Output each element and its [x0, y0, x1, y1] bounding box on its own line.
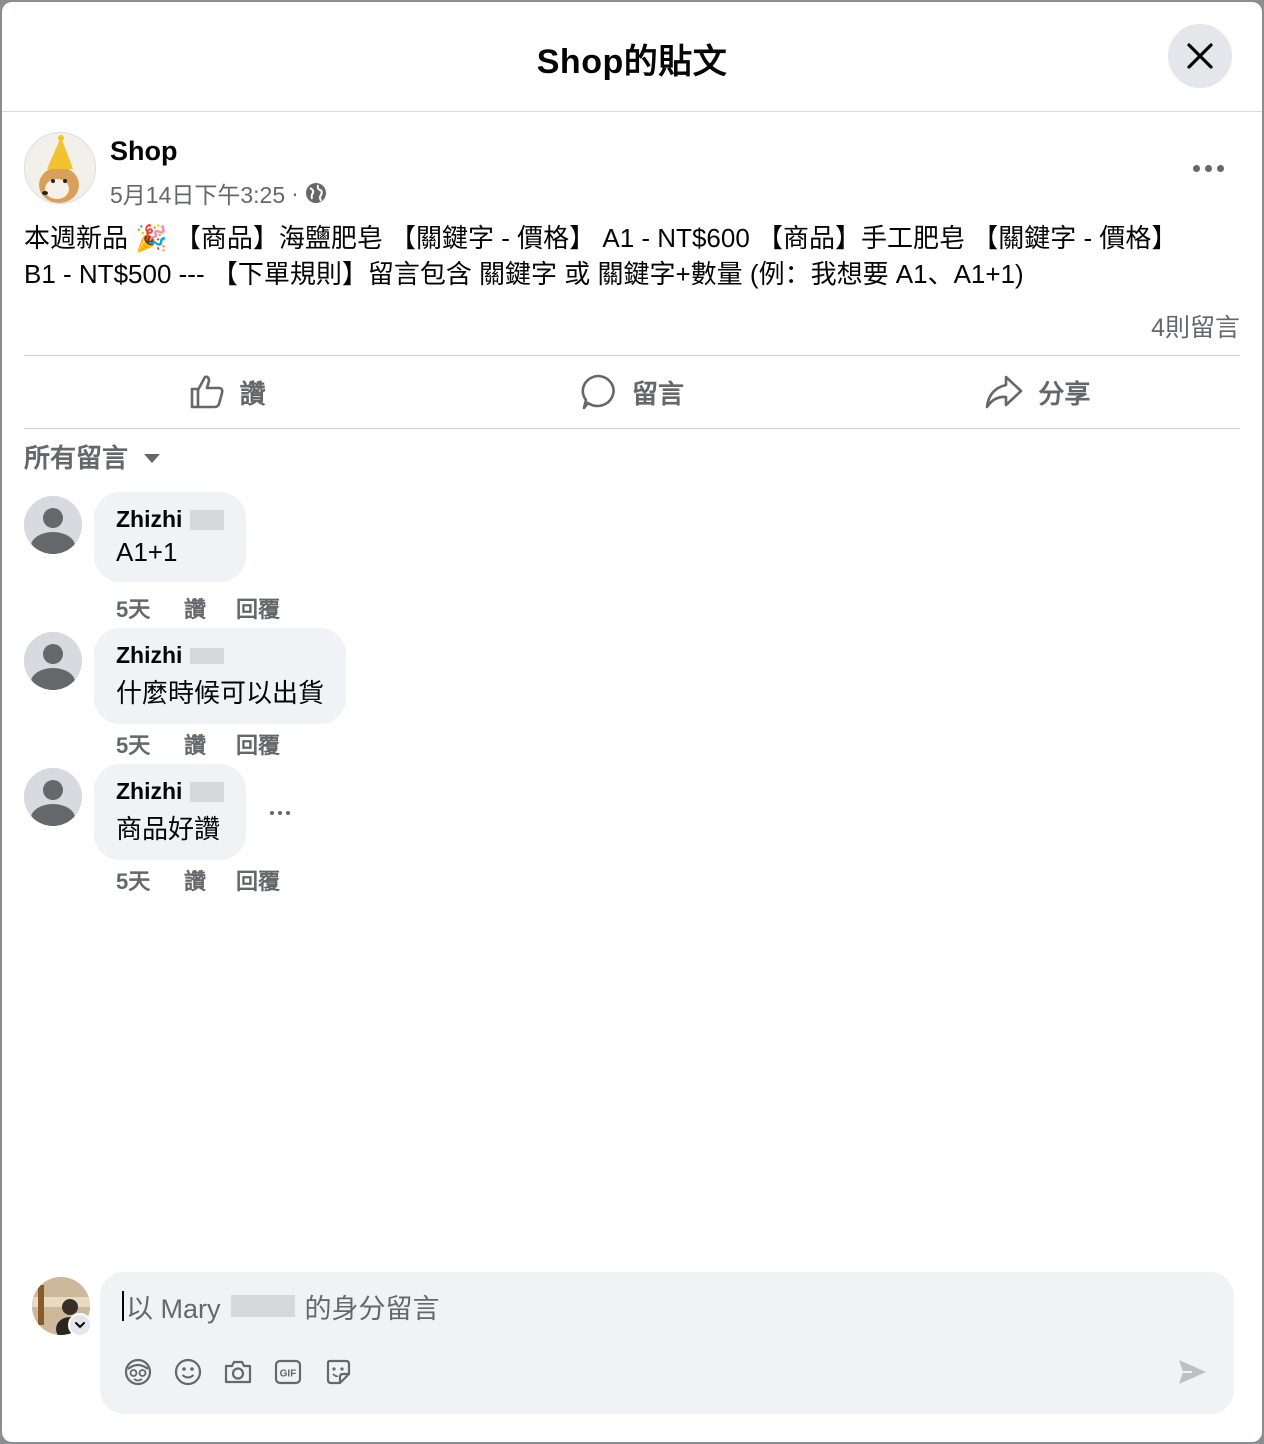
- gif-icon: GIF: [274, 1359, 302, 1385]
- emoji-button[interactable]: [172, 1356, 204, 1388]
- comment-author[interactable]: Zhizhi: [116, 506, 182, 533]
- camera-icon: [224, 1360, 252, 1384]
- comment-bubble: Zhizhi 什麼時候可以出貨: [94, 628, 347, 724]
- thumbs-up-icon: [190, 375, 224, 409]
- post-more-button[interactable]: [1182, 148, 1234, 188]
- more-options-icon: [270, 811, 290, 815]
- avatar[interactable]: [24, 768, 82, 826]
- comment-author[interactable]: Zhizhi: [116, 642, 182, 669]
- post-text: 本週新品 🎉 【商品】海鹽肥皂 【關鍵字 - 價格】 A1 - NT$600 【…: [24, 220, 1242, 292]
- comment-text: 商品好讚: [116, 814, 221, 844]
- redacted-name: [190, 509, 225, 530]
- comment-time[interactable]: 5天: [116, 728, 184, 760]
- comment-button[interactable]: 留言: [429, 356, 834, 428]
- post-dialog: Shop的貼文 Shop 5月14日下午3:25 · 本週新品 🎉 【商品】海鹽…: [2, 2, 1262, 1442]
- like-button[interactable]: 讚: [24, 356, 429, 428]
- comment-actions: 5天 讚 回覆: [116, 728, 280, 760]
- post-author-name[interactable]: Shop: [110, 136, 178, 167]
- dialog-header: Shop的貼文: [2, 2, 1262, 112]
- comment-author[interactable]: Zhizhi: [116, 778, 182, 805]
- comment-more-button[interactable]: [262, 798, 298, 828]
- comment-like-button[interactable]: 讚: [184, 728, 236, 760]
- share-label: 分享: [1038, 378, 1091, 409]
- meta-separator: ·: [291, 179, 299, 206]
- shop-avatar[interactable]: [24, 132, 96, 204]
- dialog-title: Shop的貼文: [536, 43, 728, 81]
- close-button[interactable]: [1168, 24, 1232, 88]
- comment-actions: 5天 讚 回覆: [116, 592, 280, 624]
- comment-reply-button[interactable]: 回覆: [236, 592, 280, 624]
- comment-input[interactable]: 以 Mary 的身分留言: [122, 1288, 1122, 1324]
- redacted-name: [190, 781, 225, 802]
- caret-down-icon: [144, 454, 161, 463]
- send-button[interactable]: [1172, 1354, 1212, 1390]
- avatar[interactable]: [24, 632, 82, 690]
- avatar-sticker-icon: [124, 1358, 152, 1386]
- share-button[interactable]: 分享: [835, 356, 1240, 428]
- comment-like-button[interactable]: 讚: [184, 592, 236, 624]
- comment-time[interactable]: 5天: [116, 864, 184, 896]
- share-icon: [986, 375, 1023, 409]
- divider: [24, 428, 1240, 429]
- camera-button[interactable]: [222, 1356, 254, 1388]
- comment-icon: [581, 374, 615, 410]
- redacted-name: [230, 1295, 295, 1317]
- chevron-down-icon: [75, 1322, 85, 1329]
- avatar[interactable]: [24, 496, 82, 554]
- comment-like-button[interactable]: 讚: [184, 864, 236, 896]
- post-meta: 5月14日下午3:25 ·: [110, 176, 327, 210]
- comment-text: 什麼時候可以出貨: [116, 678, 325, 708]
- svg-text:GIF: GIF: [280, 1369, 297, 1380]
- comment-reply-button[interactable]: 回覆: [236, 728, 280, 760]
- composer-placeholder-prefix: 以 Mary: [126, 1293, 221, 1324]
- sticker-icon: [326, 1359, 351, 1385]
- post-action-bar: 讚 留言 分享: [24, 356, 1240, 428]
- like-label: 讚: [239, 378, 266, 409]
- redacted-name: [190, 647, 225, 664]
- avatar-sticker-button[interactable]: [122, 1356, 154, 1388]
- post-text-line: B1 - NT$500 --- 【下單規則】留言包含 關鍵字 或 關鍵字+數量 …: [24, 259, 1024, 289]
- comment-actions: 5天 讚 回覆: [116, 864, 280, 896]
- comment-time[interactable]: 5天: [116, 592, 184, 624]
- send-icon: [1179, 1360, 1206, 1384]
- comment-label: 留言: [631, 378, 684, 409]
- comment-bubble: Zhizhi A1+1: [94, 492, 247, 582]
- comment-filter-dropdown[interactable]: 所有留言: [24, 438, 161, 475]
- text-cursor: [122, 1291, 124, 1321]
- gif-button[interactable]: GIF: [272, 1356, 304, 1388]
- comment-bubble: Zhizhi 商品好讚: [94, 764, 247, 860]
- composer-toolbar: GIF: [122, 1356, 354, 1388]
- identity-switch-button[interactable]: [68, 1313, 92, 1337]
- more-options-icon: [1192, 164, 1224, 172]
- close-icon: [1187, 43, 1213, 69]
- comment-filter-label: 所有留言: [24, 443, 129, 473]
- comment-count[interactable]: 4則留言: [1151, 308, 1240, 344]
- comment-composer: 以 Mary 的身分留言 GIF: [100, 1272, 1234, 1414]
- composer-placeholder-suffix: 的身分留言: [304, 1293, 440, 1324]
- post-text-line: 本週新品 🎉 【商品】海鹽肥皂 【關鍵字 - 價格】 A1 - NT$600 【…: [24, 223, 1178, 253]
- emoji-icon: [174, 1358, 202, 1386]
- post-timestamp[interactable]: 5月14日下午3:25: [110, 176, 285, 210]
- comment-text: A1+1: [116, 537, 178, 567]
- sticker-button[interactable]: [322, 1356, 354, 1388]
- globe-icon: [305, 183, 326, 203]
- comment-reply-button[interactable]: 回覆: [236, 864, 280, 896]
